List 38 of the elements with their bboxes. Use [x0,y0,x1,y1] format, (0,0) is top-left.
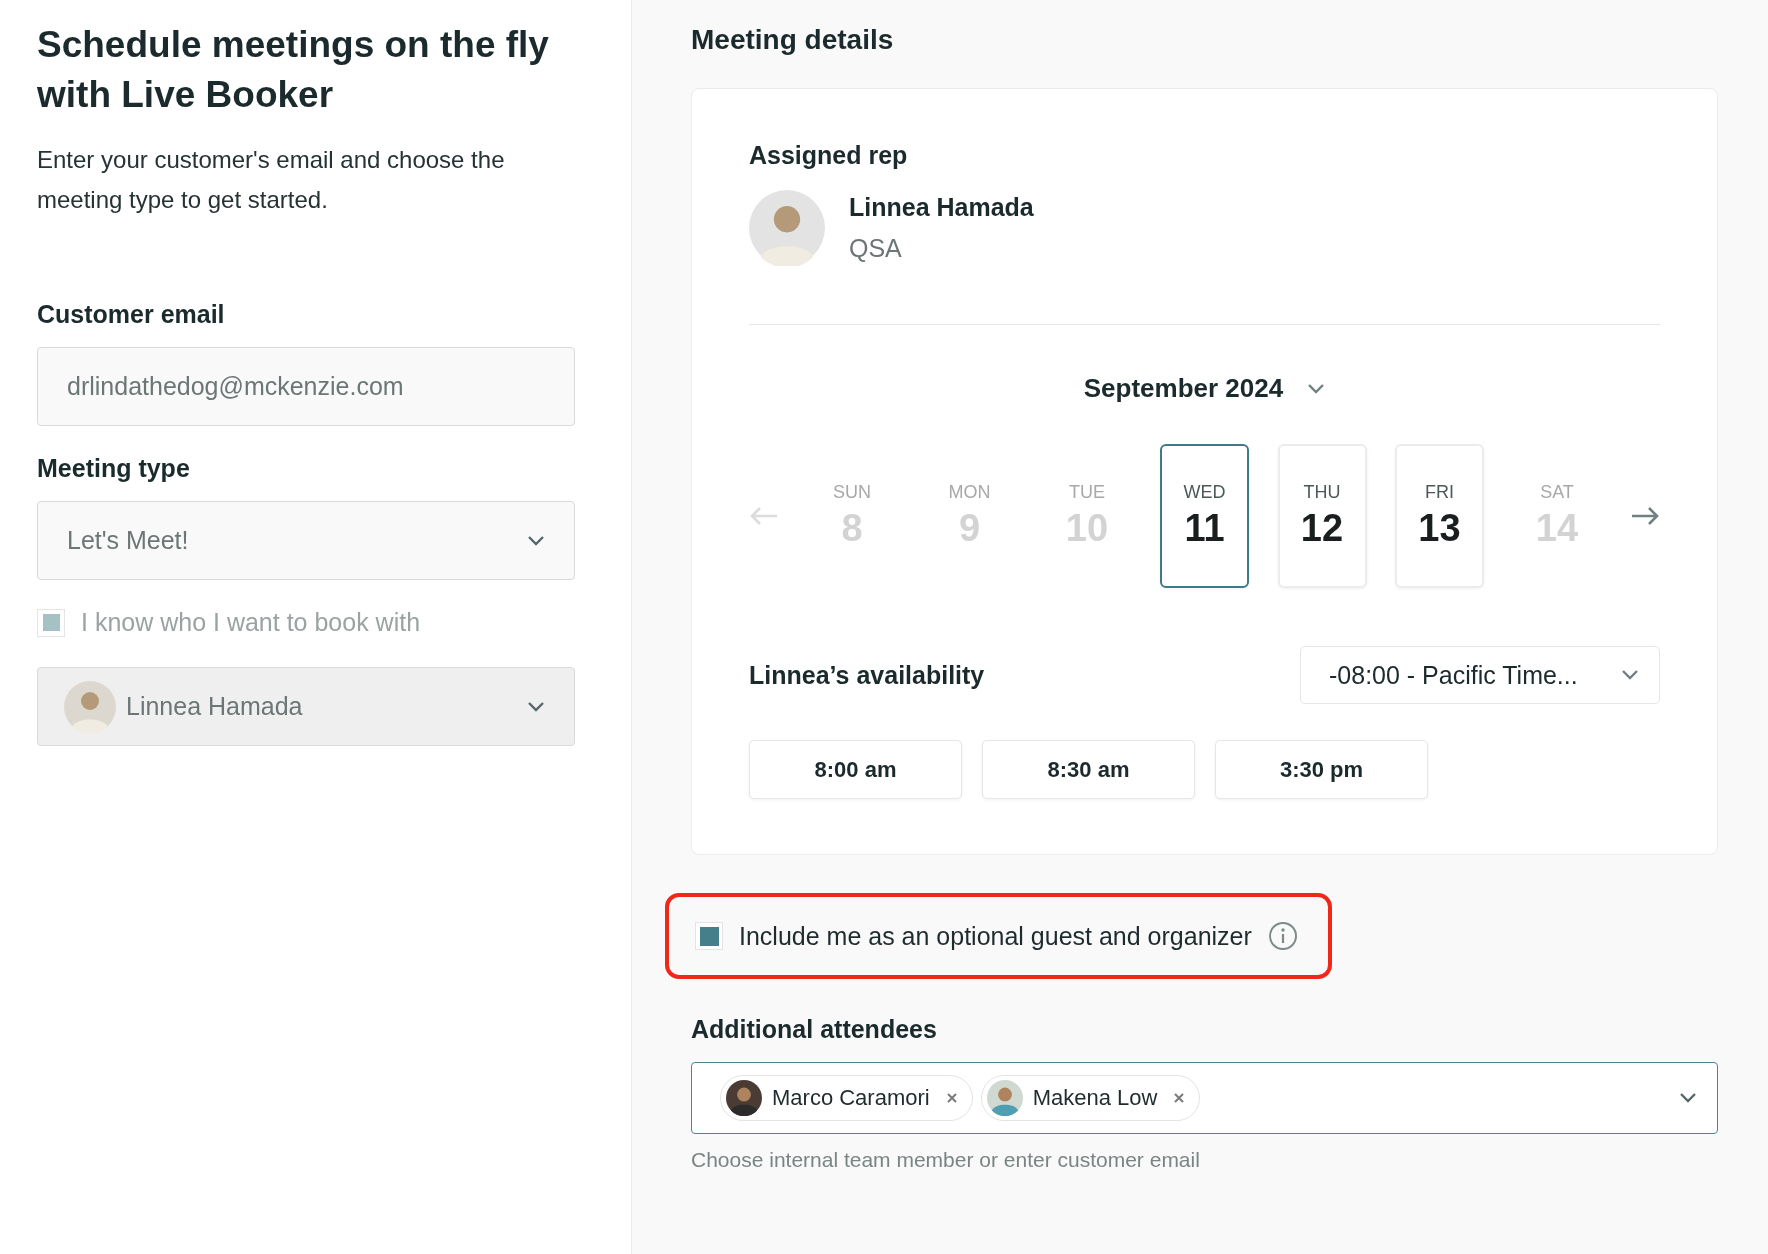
section-title: Meeting details [691,24,895,56]
field-label: Meeting type [37,454,191,483]
avatar [986,1080,1023,1116]
day-tile[interactable]: WED 11 [1160,444,1249,588]
chevron-down-icon [527,534,545,547]
field-label: Customer email [37,300,226,329]
attendees-field[interactable]: Marco Caramori Makena Low [691,1062,1718,1134]
chevron-down-icon[interactable] [1679,1092,1697,1104]
time-slot-button[interactable]: 8:30 am [982,740,1195,799]
checkbox-label: I know who I want to book with [81,608,421,637]
checkbox[interactable] [695,922,723,950]
chevron-down-icon[interactable] [1307,382,1326,395]
arrow-right-icon[interactable] [1630,506,1660,526]
avatar [64,680,116,733]
field-label: Additional attendees [691,1015,938,1044]
rep-name: Linnea Hamada [849,193,1034,222]
month-selector[interactable]: September 2024 [1083,373,1284,404]
chevron-down-icon [1621,669,1639,681]
info-icon[interactable] [1267,921,1298,951]
chevron-down-icon [527,700,545,713]
remove-icon[interactable] [1173,1092,1186,1104]
page-title: Schedule meetings on the fly with Live Booker [37,23,550,117]
timezone-select[interactable]: -08:00 - Pacific Time... [1300,646,1660,704]
rep-role: QSA [849,234,903,263]
hint-text: Choose internal team member or enter customer email [691,1148,1201,1172]
day-tile[interactable]: THU 12 [1277,444,1367,588]
availability-label: Linnea’s availability [749,660,985,690]
remove-icon[interactable] [945,1092,958,1104]
time-slot-button[interactable]: 3:30 pm [1215,740,1428,799]
intro-text: Enter your customer's email and choose the meeting type to get started. [37,145,506,215]
rep-select[interactable]: Linnea Hamada [37,667,575,746]
email-field[interactable]: drlindathedog@mckenzie.com [37,347,575,426]
day-tile[interactable]: FRI 13 [1395,444,1484,588]
checkbox-label: Include me as an optional guest and organizer [739,921,1252,951]
time-slot-button[interactable]: 8:00 am [749,740,962,799]
meeting-type-select[interactable]: Let's Meet! [37,501,575,580]
field-label: Assigned rep [749,141,909,170]
avatar [726,1080,762,1116]
